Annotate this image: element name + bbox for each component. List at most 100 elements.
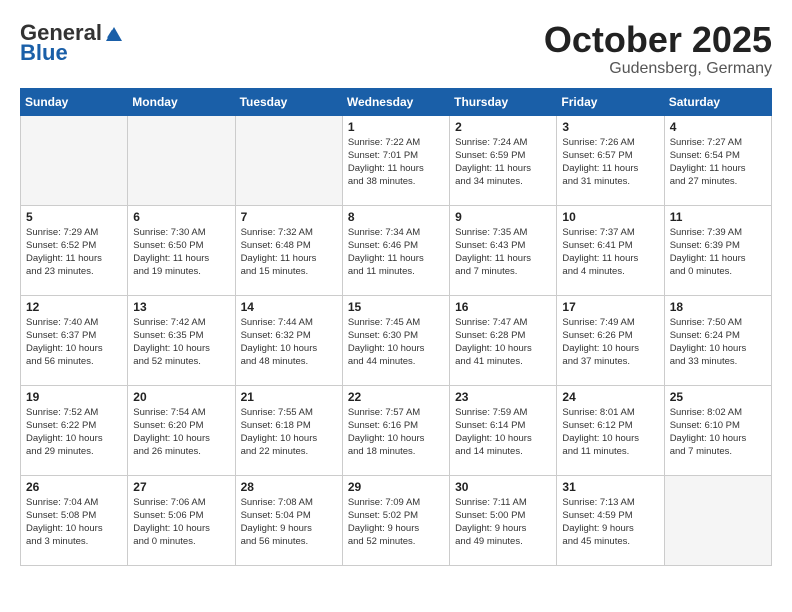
calendar-cell: 5Sunrise: 7:29 AM Sunset: 6:52 PM Daylig…	[21, 205, 128, 295]
day-number: 11	[670, 210, 766, 224]
logo-blue: Blue	[20, 40, 68, 66]
day-info: Sunrise: 7:30 AM Sunset: 6:50 PM Dayligh…	[133, 226, 229, 279]
header-wednesday: Wednesday	[342, 88, 449, 115]
calendar-cell: 21Sunrise: 7:55 AM Sunset: 6:18 PM Dayli…	[235, 385, 342, 475]
day-number: 6	[133, 210, 229, 224]
day-number: 22	[348, 390, 444, 404]
day-number: 7	[241, 210, 337, 224]
day-number: 24	[562, 390, 658, 404]
day-info: Sunrise: 7:06 AM Sunset: 5:06 PM Dayligh…	[133, 496, 229, 549]
day-number: 16	[455, 300, 551, 314]
day-number: 3	[562, 120, 658, 134]
day-info: Sunrise: 8:02 AM Sunset: 6:10 PM Dayligh…	[670, 406, 766, 459]
day-info: Sunrise: 7:27 AM Sunset: 6:54 PM Dayligh…	[670, 136, 766, 189]
day-info: Sunrise: 7:55 AM Sunset: 6:18 PM Dayligh…	[241, 406, 337, 459]
header-thursday: Thursday	[450, 88, 557, 115]
day-info: Sunrise: 7:29 AM Sunset: 6:52 PM Dayligh…	[26, 226, 122, 279]
calendar-cell: 17 Sunrise: 7:49 AM Sunset: 6:26 PM Dayli…	[557, 295, 664, 385]
calendar-cell: 30 Sunrise: 7:11 AM Sunset: 5:00 PM Dayli…	[450, 475, 557, 565]
day-info: Sunrise: 7:11 AM Sunset: 5:00 PM Dayligh…	[455, 496, 551, 549]
header-monday: Monday	[128, 88, 235, 115]
day-number: 20	[133, 390, 229, 404]
week-row-5: 26 Sunrise: 7:04 AM Sunset: 5:08 PM Dayli…	[21, 475, 772, 565]
day-info: Sunrise: 7:49 AM Sunset: 6:26 PM Dayligh…	[562, 316, 658, 369]
day-info: Sunrise: 7:52 AM Sunset: 6:22 PM Dayligh…	[26, 406, 122, 459]
logo-icon	[104, 23, 124, 43]
logo: General Blue	[20, 20, 124, 66]
calendar-cell: 10 Sunrise: 7:37 AM Sunset: 6:41 PM Dayli…	[557, 205, 664, 295]
calendar-cell: 2Sunrise: 7:24 AM Sunset: 6:59 PM Daylig…	[450, 115, 557, 205]
day-info: Sunrise: 7:37 AM Sunset: 6:41 PM Dayligh…	[562, 226, 658, 279]
day-info: Sunrise: 7:59 AM Sunset: 6:14 PM Dayligh…	[455, 406, 551, 459]
day-number: 28	[241, 480, 337, 494]
day-info: Sunrise: 7:39 AM Sunset: 6:39 PM Dayligh…	[670, 226, 766, 279]
day-number: 17	[562, 300, 658, 314]
calendar-cell: 3 Sunrise: 7:26 AM Sunset: 6:57 PM Daylig…	[557, 115, 664, 205]
calendar-cell	[21, 115, 128, 205]
calendar-cell: 4 Sunrise: 7:27 AM Sunset: 6:54 PM Daylig…	[664, 115, 771, 205]
day-info: Sunrise: 7:26 AM Sunset: 6:57 PM Dayligh…	[562, 136, 658, 189]
calendar-cell: 24 Sunrise: 8:01 AM Sunset: 6:12 PM Dayli…	[557, 385, 664, 475]
calendar-cell: 25 Sunrise: 8:02 AM Sunset: 6:10 PM Dayli…	[664, 385, 771, 475]
location: Gudensberg, Germany	[544, 60, 772, 78]
week-row-2: 5Sunrise: 7:29 AM Sunset: 6:52 PM Daylig…	[21, 205, 772, 295]
calendar-cell: 28 Sunrise: 7:08 AM Sunset: 5:04 PM Dayli…	[235, 475, 342, 565]
calendar-cell: 1 Sunrise: 7:22 AM Sunset: 7:01 PM Daylig…	[342, 115, 449, 205]
day-info: Sunrise: 7:54 AM Sunset: 6:20 PM Dayligh…	[133, 406, 229, 459]
page-header: General Blue October 2025 Gudensberg, Ge…	[20, 20, 772, 78]
calendar-cell: 31Sunrise: 7:13 AM Sunset: 4:59 PM Dayli…	[557, 475, 664, 565]
calendar-cell: 20 Sunrise: 7:54 AM Sunset: 6:20 PM Dayli…	[128, 385, 235, 475]
calendar-cell	[235, 115, 342, 205]
day-info: Sunrise: 7:32 AM Sunset: 6:48 PM Dayligh…	[241, 226, 337, 279]
day-number: 1	[348, 120, 444, 134]
day-info: Sunrise: 7:35 AM Sunset: 6:43 PM Dayligh…	[455, 226, 551, 279]
day-number: 15	[348, 300, 444, 314]
day-info: Sunrise: 7:42 AM Sunset: 6:35 PM Dayligh…	[133, 316, 229, 369]
calendar-cell	[664, 475, 771, 565]
day-info: Sunrise: 8:01 AM Sunset: 6:12 PM Dayligh…	[562, 406, 658, 459]
header-saturday: Saturday	[664, 88, 771, 115]
calendar-cell: 12Sunrise: 7:40 AM Sunset: 6:37 PM Dayli…	[21, 295, 128, 385]
calendar-cell: 19 Sunrise: 7:52 AM Sunset: 6:22 PM Dayli…	[21, 385, 128, 475]
day-info: Sunrise: 7:24 AM Sunset: 6:59 PM Dayligh…	[455, 136, 551, 189]
day-number: 26	[26, 480, 122, 494]
calendar-cell: 6 Sunrise: 7:30 AM Sunset: 6:50 PM Daylig…	[128, 205, 235, 295]
week-row-4: 19 Sunrise: 7:52 AM Sunset: 6:22 PM Dayli…	[21, 385, 772, 475]
day-number: 14	[241, 300, 337, 314]
day-info: Sunrise: 7:50 AM Sunset: 6:24 PM Dayligh…	[670, 316, 766, 369]
calendar-cell: 13Sunrise: 7:42 AM Sunset: 6:35 PM Dayli…	[128, 295, 235, 385]
calendar-cell: 15 Sunrise: 7:45 AM Sunset: 6:30 PM Dayli…	[342, 295, 449, 385]
day-number: 30	[455, 480, 551, 494]
month-title: October 2025	[544, 20, 772, 60]
day-info: Sunrise: 7:09 AM Sunset: 5:02 PM Dayligh…	[348, 496, 444, 549]
day-number: 10	[562, 210, 658, 224]
calendar-cell: 9Sunrise: 7:35 AM Sunset: 6:43 PM Daylig…	[450, 205, 557, 295]
calendar-cell: 18 Sunrise: 7:50 AM Sunset: 6:24 PM Dayli…	[664, 295, 771, 385]
calendar-table: SundayMondayTuesdayWednesdayThursdayFrid…	[20, 88, 772, 566]
day-info: Sunrise: 7:47 AM Sunset: 6:28 PM Dayligh…	[455, 316, 551, 369]
day-number: 12	[26, 300, 122, 314]
header-row: SundayMondayTuesdayWednesdayThursdayFrid…	[21, 88, 772, 115]
day-number: 4	[670, 120, 766, 134]
day-info: Sunrise: 7:34 AM Sunset: 6:46 PM Dayligh…	[348, 226, 444, 279]
day-number: 25	[670, 390, 766, 404]
day-number: 18	[670, 300, 766, 314]
day-number: 23	[455, 390, 551, 404]
title-block: October 2025 Gudensberg, Germany	[544, 20, 772, 78]
day-number: 29	[348, 480, 444, 494]
day-info: Sunrise: 7:08 AM Sunset: 5:04 PM Dayligh…	[241, 496, 337, 549]
week-row-1: 1 Sunrise: 7:22 AM Sunset: 7:01 PM Daylig…	[21, 115, 772, 205]
calendar-cell: 22Sunrise: 7:57 AM Sunset: 6:16 PM Dayli…	[342, 385, 449, 475]
day-number: 27	[133, 480, 229, 494]
day-info: Sunrise: 7:45 AM Sunset: 6:30 PM Dayligh…	[348, 316, 444, 369]
day-info: Sunrise: 7:04 AM Sunset: 5:08 PM Dayligh…	[26, 496, 122, 549]
day-number: 8	[348, 210, 444, 224]
day-number: 19	[26, 390, 122, 404]
header-tuesday: Tuesday	[235, 88, 342, 115]
header-friday: Friday	[557, 88, 664, 115]
calendar-cell: 7 Sunrise: 7:32 AM Sunset: 6:48 PM Daylig…	[235, 205, 342, 295]
calendar-cell: 27 Sunrise: 7:06 AM Sunset: 5:06 PM Dayli…	[128, 475, 235, 565]
header-sunday: Sunday	[21, 88, 128, 115]
day-info: Sunrise: 7:22 AM Sunset: 7:01 PM Dayligh…	[348, 136, 444, 189]
day-info: Sunrise: 7:44 AM Sunset: 6:32 PM Dayligh…	[241, 316, 337, 369]
